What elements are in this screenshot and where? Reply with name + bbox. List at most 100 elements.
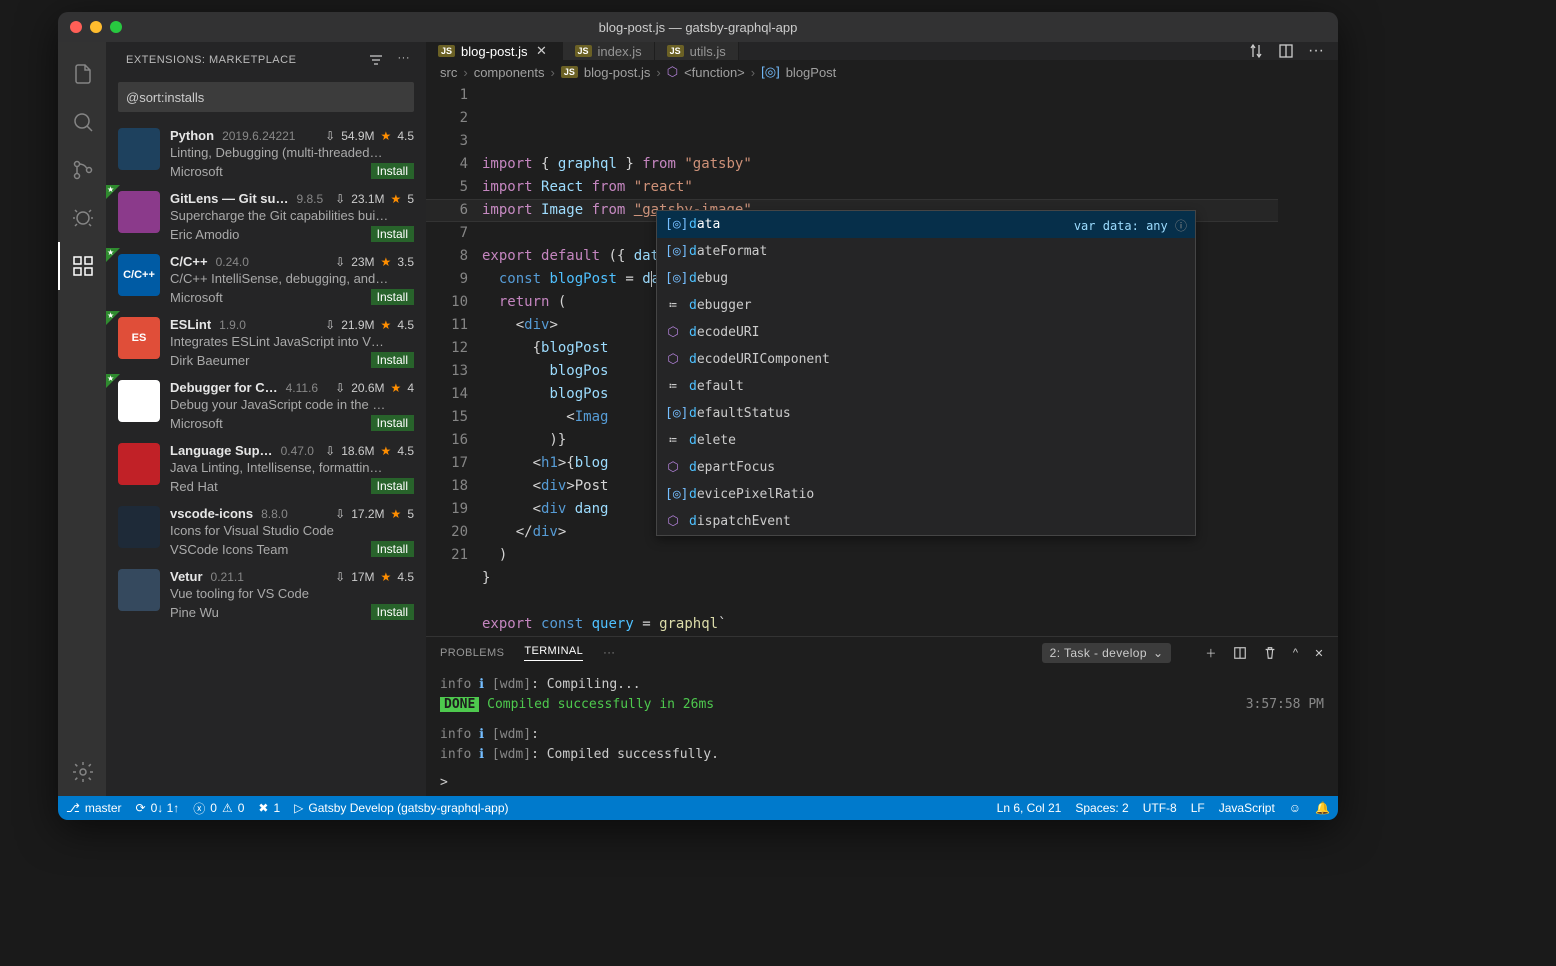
editor-tab[interactable]: JSutils.js — [655, 42, 739, 60]
extension-item[interactable]: Debugger for C…4.11.6⇩20.6M ★4Debug your… — [106, 374, 426, 437]
extension-item[interactable]: GitLens — Git su…9.8.5⇩23.1M ★5Superchar… — [106, 185, 426, 248]
suggest-item[interactable]: [◎]debug — [657, 265, 1195, 292]
rating-value: 4.5 — [397, 570, 414, 584]
breadcrumb-item[interactable]: blogPost — [786, 65, 837, 80]
status-task-running[interactable]: ▷Gatsby Develop (gatsby-graphql-app) — [294, 801, 508, 815]
split-editor-icon[interactable] — [1278, 43, 1294, 59]
download-count: 23M — [351, 255, 374, 269]
search-icon[interactable] — [58, 98, 106, 146]
tab-terminal[interactable]: TERMINAL — [524, 645, 583, 661]
status-cursor[interactable]: Ln 6, Col 21 — [997, 801, 1062, 815]
fullscreen-window-button[interactable] — [110, 21, 122, 33]
source-control-icon[interactable] — [58, 146, 106, 194]
breadcrumbs[interactable]: src › components › JS blog-post.js › ⬡ <… — [426, 60, 1338, 84]
extension-version: 1.9.0 — [219, 318, 246, 332]
breadcrumb-item[interactable]: components — [474, 65, 545, 80]
extensions-list[interactable]: Python2019.6.24221⇩54.9M ★4.5Linting, De… — [106, 122, 426, 796]
suggest-item[interactable]: ≔ delete — [657, 427, 1195, 454]
explorer-icon[interactable] — [58, 50, 106, 98]
download-count: 23.1M — [351, 192, 384, 206]
status-sync[interactable]: ⟳0↓ 1↑ — [136, 801, 180, 815]
split-terminal-icon[interactable] — [1233, 646, 1247, 660]
suggest-kind-icon: ≔ — [665, 429, 681, 452]
install-button[interactable]: Install — [371, 415, 414, 431]
suggest-item[interactable]: ⬡dispatchEvent — [657, 508, 1195, 535]
feedback-icon[interactable]: ☺ — [1289, 801, 1301, 815]
install-button[interactable]: Install — [371, 289, 414, 305]
extension-item[interactable]: vscode-icons8.8.0⇩17.2M ★5Icons for Visu… — [106, 500, 426, 563]
tab-label: utils.js — [690, 44, 726, 59]
extension-item[interactable]: Python2019.6.24221⇩54.9M ★4.5Linting, De… — [106, 122, 426, 185]
install-button[interactable]: Install — [371, 541, 414, 557]
terminal-output[interactable]: info ℹ [wdm]: Compiling... DONE Compiled… — [426, 669, 1338, 799]
suggest-label: delete — [689, 429, 736, 452]
terminal-prompt: > — [440, 773, 1324, 793]
settings-gear-icon[interactable] — [58, 748, 106, 796]
extensions-icon[interactable] — [58, 242, 106, 290]
minimize-window-button[interactable] — [90, 21, 102, 33]
dropdown-icon: ⌄ — [1153, 646, 1163, 660]
suggest-kind-icon: ⬡ — [665, 348, 681, 371]
status-problems[interactable]: ⓧ0 ⚠0 — [193, 800, 244, 817]
suggest-item[interactable]: [◎]devicePixelRatio — [657, 481, 1195, 508]
suggest-item[interactable]: ⬡departFocus — [657, 454, 1195, 481]
status-eol[interactable]: LF — [1191, 801, 1205, 815]
status-language[interactable]: JavaScript — [1219, 801, 1275, 815]
editor-tab[interactable]: JSblog-post.js✕ — [426, 42, 563, 60]
breadcrumb-item[interactable]: blog-post.js — [584, 65, 650, 80]
install-button[interactable]: Install — [371, 163, 414, 179]
extension-item[interactable]: Language Sup…0.47.0⇩18.6M ★4.5Java Linti… — [106, 437, 426, 500]
extensions-search-input[interactable] — [118, 82, 414, 112]
install-button[interactable]: Install — [371, 604, 414, 620]
debug-icon[interactable] — [58, 194, 106, 242]
new-terminal-icon[interactable]: ＋ — [1205, 645, 1216, 661]
editor-area[interactable]: 123456789101112131415161718192021 import… — [426, 84, 1338, 636]
more-actions-icon[interactable]: ··· — [398, 52, 411, 68]
breadcrumb-item[interactable]: src — [440, 65, 457, 80]
search-input[interactable] — [126, 90, 406, 105]
status-spaces[interactable]: Spaces: 2 — [1075, 801, 1128, 815]
install-button[interactable]: Install — [371, 226, 414, 242]
suggest-kind-icon: [◎] — [665, 267, 681, 290]
panel-more-icon[interactable]: ··· — [603, 647, 615, 659]
install-button[interactable]: Install — [371, 352, 414, 368]
suggest-item[interactable]: ≔debugger — [657, 292, 1195, 319]
trash-icon[interactable] — [1263, 646, 1277, 660]
close-panel-icon[interactable]: ✕ — [1314, 647, 1324, 660]
intellisense-popup[interactable]: var data: any ⓘ [◎]data[◎]dateFormat[◎]d… — [656, 210, 1196, 536]
close-window-button[interactable] — [70, 21, 82, 33]
tools-icon: ✖ — [258, 801, 268, 815]
suggest-item[interactable]: ≔default — [657, 373, 1195, 400]
maximize-panel-icon[interactable]: ^ — [1293, 647, 1299, 659]
extension-version: 8.8.0 — [261, 507, 288, 521]
status-tasks[interactable]: ✖1 — [258, 801, 280, 815]
extension-name: Python — [170, 128, 214, 143]
terminal-task-select[interactable]: 2: Task - develop ⌄ — [1042, 643, 1172, 663]
tab-problems[interactable]: PROBLEMS — [440, 647, 504, 659]
close-tab-icon[interactable]: ✕ — [534, 43, 550, 59]
breadcrumb-item[interactable]: <function> — [684, 65, 745, 80]
titlebar[interactable]: blog-post.js — gatsby-graphql-app — [58, 12, 1338, 42]
minimap[interactable] — [1278, 84, 1338, 636]
chevron-right-icon: › — [551, 65, 555, 80]
sidebar-title: EXTENSIONS: MARKETPLACE — [126, 54, 296, 66]
install-button[interactable]: Install — [371, 478, 414, 494]
extension-item[interactable]: Vetur0.21.1⇩17M ★4.5Vue tooling for VS C… — [106, 563, 426, 626]
extension-item[interactable]: ESESLint1.9.0⇩21.9M ★4.5Integrates ESLin… — [106, 311, 426, 374]
compare-icon[interactable] — [1248, 43, 1264, 59]
suggest-item[interactable]: [◎]defaultStatus — [657, 400, 1195, 427]
notifications-icon[interactable]: 🔔 — [1315, 801, 1330, 815]
status-encoding[interactable]: UTF-8 — [1143, 801, 1177, 815]
more-editor-actions-icon[interactable]: ··· — [1308, 42, 1324, 60]
suggest-item[interactable]: ⬡decodeURIComponent — [657, 346, 1195, 373]
js-file-icon: JS — [438, 45, 455, 57]
bottom-panel: PROBLEMS TERMINAL ··· 2: Task - develop … — [426, 636, 1338, 799]
extension-item[interactable]: C/C++C/C++0.24.0⇩23M ★3.5C/C++ IntelliSe… — [106, 248, 426, 311]
extension-name: ESLint — [170, 317, 211, 332]
extension-version: 0.24.0 — [216, 255, 249, 269]
suggest-item[interactable]: ⬡decodeURI — [657, 319, 1195, 346]
suggest-item[interactable]: [◎]dateFormat — [657, 238, 1195, 265]
filter-icon[interactable] — [368, 52, 384, 68]
status-branch[interactable]: ⎇master — [66, 801, 122, 815]
editor-tab[interactable]: JSindex.js — [563, 42, 655, 60]
